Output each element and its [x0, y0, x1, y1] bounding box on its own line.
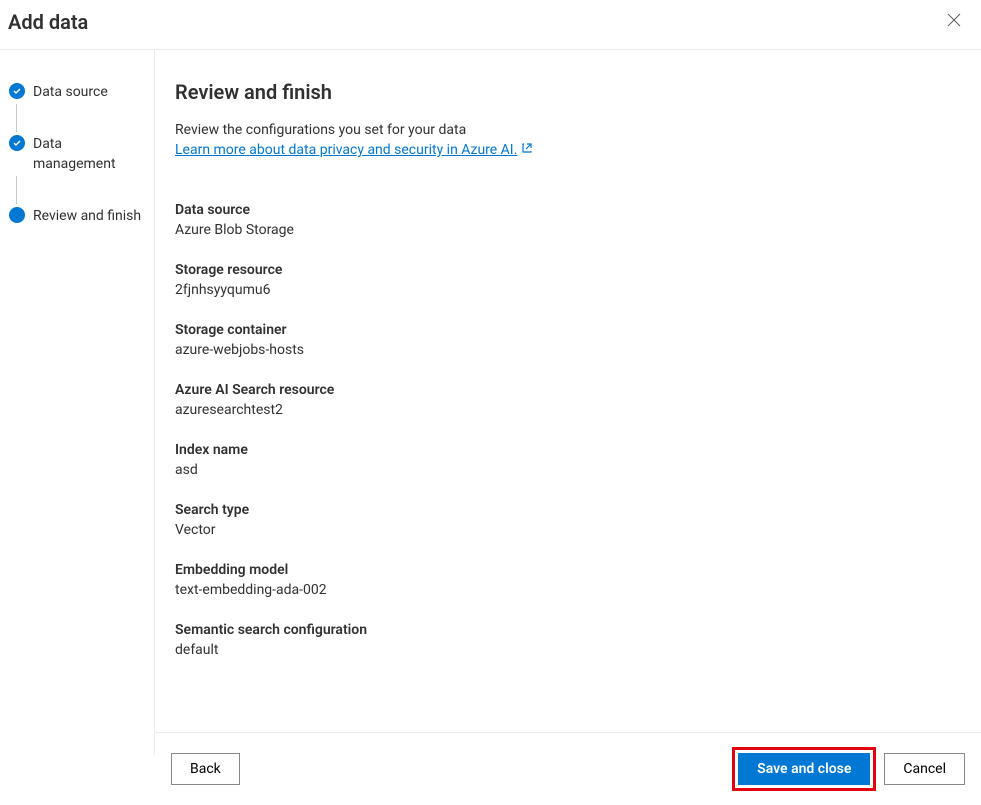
field-label: Storage container	[175, 322, 957, 338]
page-title: Review and finish	[175, 80, 957, 104]
checkmark-icon	[9, 135, 25, 151]
field-label: Search type	[175, 502, 957, 518]
field-index-name: Index name asd	[175, 442, 957, 478]
field-search-type: Search type Vector	[175, 502, 957, 538]
wizard-sidebar: Data source Data management Review and f…	[0, 50, 155, 755]
external-link-icon	[521, 142, 533, 158]
field-label: Storage resource	[175, 262, 957, 278]
step-label: Data management	[33, 134, 146, 174]
step-connector	[16, 176, 17, 204]
field-label: Semantic search configuration	[175, 622, 957, 638]
learn-more-text: Learn more about data privacy and securi…	[175, 142, 517, 158]
field-storage-resource: Storage resource 2fjnhsyyqumu6	[175, 262, 957, 298]
field-value: Azure Blob Storage	[175, 222, 957, 238]
step-data-management[interactable]: Data management	[9, 134, 146, 174]
field-label: Azure AI Search resource	[175, 382, 957, 398]
field-embedding-model: Embedding model text-embedding-ada-002	[175, 562, 957, 598]
learn-more-link[interactable]: Learn more about data privacy and securi…	[175, 142, 533, 158]
cancel-button[interactable]: Cancel	[884, 753, 965, 785]
dialog-title: Add data	[8, 10, 88, 34]
field-storage-container: Storage container azure-webjobs-hosts	[175, 322, 957, 358]
current-step-icon	[9, 207, 25, 223]
field-search-resource: Azure AI Search resource azuresearchtest…	[175, 382, 957, 418]
step-label: Review and finish	[33, 206, 145, 226]
main-content: Review and finish Review the configurati…	[155, 50, 981, 755]
back-button[interactable]: Back	[171, 753, 240, 785]
highlight-annotation: Save and close	[732, 747, 876, 791]
field-label: Index name	[175, 442, 957, 458]
dialog-header: Add data	[0, 0, 981, 50]
step-connector	[16, 104, 17, 132]
close-icon	[947, 13, 961, 27]
field-value: azuresearchtest2	[175, 402, 957, 418]
step-review-finish[interactable]: Review and finish	[9, 206, 146, 226]
field-semantic-config: Semantic search configuration default	[175, 622, 957, 658]
dialog-body: Data source Data management Review and f…	[0, 50, 981, 755]
field-value: text-embedding-ada-002	[175, 582, 957, 598]
page-subtitle: Review the configurations you set for yo…	[175, 122, 957, 138]
step-label: Data source	[33, 82, 112, 102]
field-label: Embedding model	[175, 562, 957, 578]
checkmark-icon	[9, 83, 25, 99]
close-button[interactable]	[943, 8, 965, 35]
save-and-close-button[interactable]: Save and close	[738, 753, 870, 785]
dialog-footer: Back Save and close Cancel	[155, 732, 981, 805]
footer-actions: Save and close Cancel	[732, 747, 965, 791]
field-value: Vector	[175, 522, 957, 538]
field-value: default	[175, 642, 957, 658]
field-label: Data source	[175, 202, 957, 218]
field-data-source: Data source Azure Blob Storage	[175, 202, 957, 238]
field-value: asd	[175, 462, 957, 478]
field-value: 2fjnhsyyqumu6	[175, 282, 957, 298]
step-data-source[interactable]: Data source	[9, 82, 146, 102]
field-value: azure-webjobs-hosts	[175, 342, 957, 358]
